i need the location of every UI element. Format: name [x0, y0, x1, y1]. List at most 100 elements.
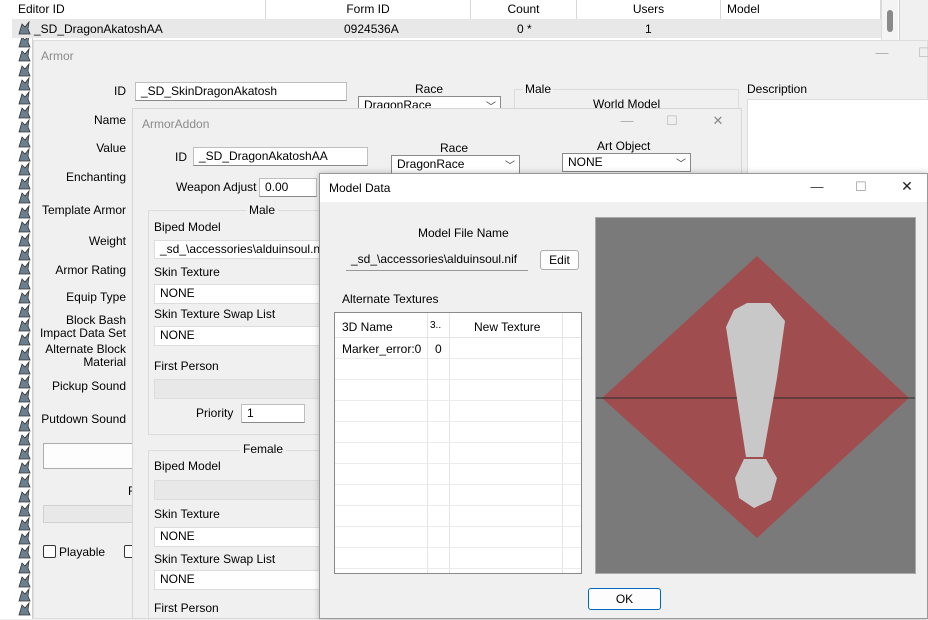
- dragon-icon: [17, 431, 31, 446]
- table-gridline: [335, 379, 581, 380]
- table-row[interactable]: Marker_error:0 0: [335, 338, 581, 358]
- dragon-icon: [17, 317, 31, 332]
- armor-minimize-button[interactable]: —: [872, 45, 892, 60]
- alternate-block-label: Alternate Block: [45, 342, 126, 356]
- aa-race-label: Race: [440, 141, 469, 155]
- armor-weight-label: Weight: [88, 234, 126, 248]
- aa-female-skin-texture-label: Skin Texture: [154, 507, 220, 521]
- list-scrollbar[interactable]: [881, 0, 898, 40]
- armoraddon-close-button[interactable]: ✕: [708, 113, 728, 129]
- list-row[interactable]: _SD_DragonAkatoshAA 0924536A 0 * 1: [12, 19, 881, 38]
- aa-female-skin-swap-label: Skin Texture Swap List: [154, 552, 276, 566]
- dragon-icon: [17, 573, 31, 588]
- aa-priority-label: Priority: [196, 406, 234, 420]
- material-label: Material: [83, 355, 126, 369]
- armor-enchanting-label: Enchanting: [65, 170, 126, 184]
- table-gridline: [335, 505, 581, 506]
- dragon-icon: [17, 260, 31, 275]
- armoraddon-minimize-button[interactable]: —: [617, 113, 637, 128]
- col-header-count[interactable]: Count: [471, 0, 577, 19]
- model-file-name-field[interactable]: _sd_\accessories\alduinsoul.nif: [346, 251, 528, 271]
- dragon-icon: [17, 303, 31, 318]
- table-gridline: [335, 358, 581, 359]
- model-data-window: Model Data — ☐ ✕ Model File Name _sd_\ac…: [319, 173, 928, 619]
- dragon-icon: [17, 331, 31, 346]
- aa-skin-swap-dropdown[interactable]: NONE: [154, 326, 324, 346]
- dragon-icon: [17, 445, 31, 460]
- aa-female-first-person-label: First Person: [154, 601, 219, 615]
- chevron-down-icon: ﹀: [676, 159, 686, 170]
- aa-female-skin-swap-dropdown[interactable]: NONE: [154, 570, 324, 590]
- row-count: 0 *: [517, 22, 532, 36]
- armoraddon-maximize-button[interactable]: ☐: [662, 113, 682, 129]
- art-object-value: NONE: [568, 155, 603, 169]
- col-header-form-id[interactable]: Form ID: [266, 0, 471, 19]
- aa-priority-field[interactable]: 1: [241, 404, 305, 423]
- table-cell-3d-name: Marker_error:0: [342, 342, 422, 356]
- aa-skin-texture-dropdown[interactable]: NONE: [154, 284, 324, 304]
- dragon-icon: [17, 516, 31, 531]
- art-object-dropdown[interactable]: NONE ﹀: [562, 153, 691, 172]
- aa-race-dropdown[interactable]: DragonRace ﹀: [391, 155, 520, 174]
- playable-label: Playable: [59, 545, 106, 559]
- armor-rating-label: Armor Rating: [55, 263, 126, 277]
- aa-female-biped-model-field[interactable]: [154, 480, 324, 500]
- armor-value-label: Value: [96, 141, 126, 155]
- model-data-close-button[interactable]: ✕: [897, 178, 917, 195]
- table-header-index[interactable]: 3..: [430, 320, 441, 331]
- dragon-icon: [17, 388, 31, 403]
- model-data-maximize-button[interactable]: ☐: [851, 179, 871, 195]
- weapon-adjust-label: Weapon Adjust: [176, 180, 257, 194]
- col-header-users[interactable]: Users: [577, 0, 721, 19]
- model-file-name-label: Model File Name: [418, 226, 509, 240]
- model-data-minimize-button[interactable]: —: [807, 179, 827, 194]
- dragon-icon: [17, 175, 31, 190]
- dragon-icon: [17, 544, 31, 559]
- aa-female-skin-texture-dropdown[interactable]: NONE: [154, 527, 324, 547]
- table-header-3d-name[interactable]: 3D Name: [342, 320, 393, 334]
- edit-model-button[interactable]: Edit: [540, 250, 579, 270]
- table-header-new-texture[interactable]: New Texture: [474, 320, 540, 334]
- dragon-icon: [17, 232, 31, 247]
- dragon-icon: [17, 76, 31, 91]
- aa-male-label: Male: [246, 203, 279, 217]
- armor-name-label: Name: [93, 113, 126, 127]
- aa-first-person-field[interactable]: [154, 379, 324, 399]
- table-gridline: [335, 442, 581, 443]
- armor-wide-button[interactable]: [43, 443, 135, 469]
- model-preview-viewport[interactable]: [595, 217, 916, 574]
- dragon-icon: [17, 289, 31, 304]
- pickup-sound-label: Pickup Sound: [51, 379, 126, 393]
- dragon-icon: [17, 161, 31, 176]
- aa-skin-swap-label: Skin Texture Swap List: [154, 307, 276, 321]
- dragon-icon: [17, 118, 31, 133]
- armor-bar[interactable]: [43, 505, 135, 523]
- col-header-model[interactable]: Model: [721, 0, 881, 19]
- model-data-window-title: Model Data: [329, 181, 391, 195]
- dragon-icon: [17, 346, 31, 361]
- alternate-textures-table[interactable]: 3D Name 3.. New Texture Marker_error:0 0: [334, 312, 582, 574]
- aa-male-biped-model-field[interactable]: _sd_\accessories\alduinsoul.nif: [154, 240, 324, 259]
- ok-button[interactable]: OK: [588, 588, 661, 610]
- col-header-editor-id[interactable]: Editor ID: [12, 0, 266, 19]
- putdown-sound-label: Putdown Sound: [41, 412, 126, 426]
- playable-checkbox[interactable]: [43, 545, 56, 558]
- model-data-titlebar[interactable]: [320, 174, 927, 202]
- table-gridline: [335, 400, 581, 401]
- table-gridline: [335, 526, 581, 527]
- weapon-adjust-field[interactable]: 0.00: [259, 178, 317, 197]
- icon-column: [0, 0, 33, 619]
- armor-id-field[interactable]: _SD_SkinDragonAkatosh: [135, 82, 347, 101]
- armor-window-title: Armor: [41, 49, 74, 63]
- dragon-icon: [17, 20, 31, 35]
- armor-maximize-button[interactable]: ☐: [914, 45, 928, 61]
- dragon-icon: [17, 488, 31, 503]
- dragon-icon: [17, 473, 31, 488]
- armoraddon-window-title: ArmorAddon: [142, 117, 210, 131]
- block-bash-label: Block Bash: [65, 313, 126, 327]
- table-gridline: [335, 568, 581, 569]
- armor-race-label: Race: [415, 82, 444, 96]
- dragon-icon: [17, 360, 31, 375]
- aa-id-field[interactable]: _SD_DragonAkatoshAA: [193, 147, 368, 166]
- row-form-id: 0924536A: [344, 22, 399, 36]
